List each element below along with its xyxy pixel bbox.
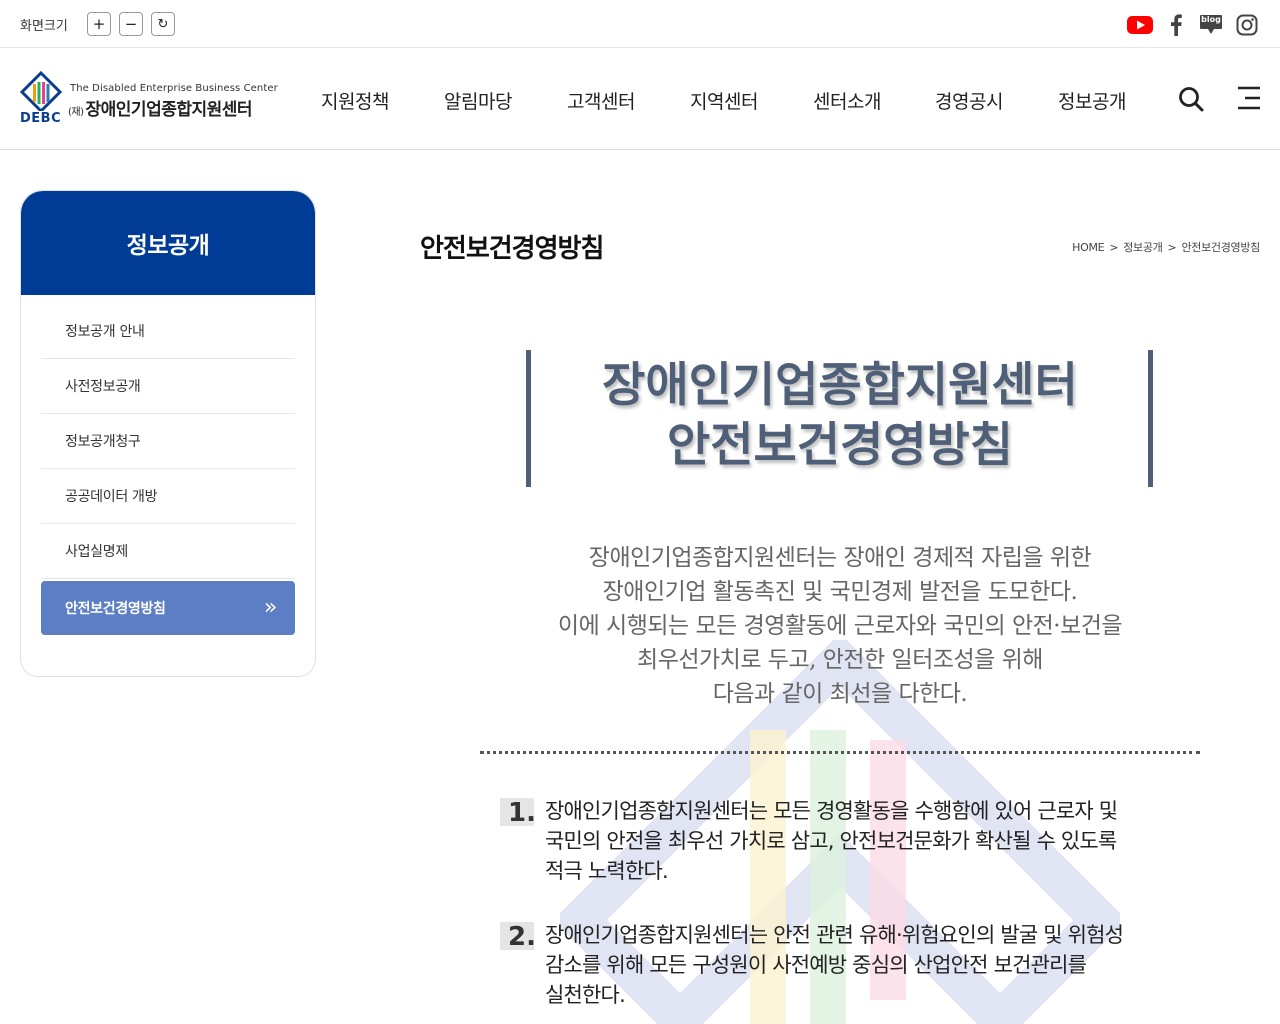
sidebar-item-label: 공공데이터 개방 [65,489,158,505]
intro-line: 장애인기업 활동촉진 및 국민경제 발전을 도모한다. [602,579,1078,605]
sidebar-item-project-real-name[interactable]: 사업실명제 [41,524,295,579]
site-logo[interactable]: The Disabled Enterprise Business Center … [20,71,290,131]
heading-left-bar [526,350,531,487]
policy-heading: 장애인기업종합지원센터 안전보건경영방침 [540,356,1140,476]
side-navigation: 정보공개 정보공개 안내 사전정보공개 정보공개청구 공공데이터 개방 사업실명… [20,190,316,677]
policy-item-line: 실천한다. [545,983,626,1007]
policy-item-line: 장애인기업종합지원센터는 안전 관련 유해·위험요인의 발굴 및 위험성 [545,923,1124,947]
sidebar-item-public-data[interactable]: 공공데이터 개방 [41,469,295,524]
facebook-icon[interactable] [1163,12,1189,38]
policy-heading-line1: 장애인기업종합지원센터 [602,358,1078,413]
sidebar-title: 정보공개 [21,191,315,295]
utility-bar: 화면크기 + − ↻ blog [0,0,1280,48]
sidebar-item-label: 안전보건경영방침 [65,601,166,617]
sidebar-item-safety-policy[interactable]: 안전보건경영방침 » [41,581,295,635]
zoom-out-button[interactable]: − [119,12,143,36]
breadcrumb: HOME > 정보공개 > 안전보건경영방침 [1072,239,1260,255]
gnb-item-notice[interactable]: 알림마당 [444,87,512,114]
heading-right-bar [1148,350,1153,487]
site-header: The Disabled Enterprise Business Center … [0,49,1280,150]
sidebar-menu: 정보공개 안내 사전정보공개 정보공개청구 공공데이터 개방 사업실명제 안전보… [21,295,315,635]
intro-line: 다음과 같이 최선을 다한다. [712,681,968,707]
breadcrumb-separator: > [1167,241,1177,254]
policy-item-number: 2. [500,922,536,952]
zoom-in-button[interactable]: + [87,12,111,36]
logo-korean-name: (재) 장애인기업종합지원센터 [68,95,253,120]
sidebar-item-label: 사전정보공개 [65,379,141,395]
gnb-item-support-policy[interactable]: 지원정책 [321,87,389,114]
gnb-item-regional-center[interactable]: 지역센터 [690,87,758,114]
gnb-item-disclosure[interactable]: 경영공시 [935,87,1003,114]
policy-intro: 장애인기업종합지원센터는 장애인 경제적 자립을 위한 장애인기업 활동촉진 및… [480,541,1200,711]
menu-icon[interactable] [1236,85,1264,113]
sidebar-item-disclosure-request[interactable]: 정보공개청구 [41,414,295,469]
gnb-item-customer-center[interactable]: 고객센터 [567,87,635,114]
blog-icon[interactable]: blog [1198,12,1224,38]
policy-item-line: 감소를 위해 모든 구성원이 사전예방 중심의 산업안전 보건관리를 [545,953,1087,977]
gnb-item-information[interactable]: 정보공개 [1058,87,1126,114]
sidebar-item-label: 정보공개청구 [65,434,141,450]
policy-item-text: 장애인기업종합지원센터는 안전 관련 유해·위험요인의 발굴 및 위험성 감소를… [545,920,1195,1010]
breadcrumb-separator: > [1109,241,1119,254]
policy-item-line: 장애인기업종합지원센터는 모든 경영활동을 수행함에 있어 근로자 및 [545,799,1118,823]
policy-item-line: 국민의 안전을 최우선 가치로 삼고, 안전보건문화가 확산될 수 있도록 [545,829,1117,853]
sidebar-item-label: 사업실명제 [65,544,128,560]
sidebar-item-label: 정보공개 안내 [65,324,145,340]
sidebar-item-disclosure-guide[interactable]: 정보공개 안내 [41,304,295,359]
breadcrumb-current[interactable]: 안전보건경영방침 [1181,241,1260,254]
youtube-icon[interactable] [1127,12,1153,38]
dotted-divider [480,751,1200,754]
policy-item-text: 장애인기업종합지원센터는 모든 경영활동을 수행함에 있어 근로자 및 국민의 … [545,796,1195,886]
breadcrumb-section[interactable]: 정보공개 [1123,241,1163,254]
search-icon[interactable] [1177,85,1205,113]
logo-mark-icon [20,71,62,111]
intro-line: 이에 시행되는 모든 경영활동에 근로자와 국민의 안전·보건을 [557,613,1123,639]
zoom-reset-button[interactable]: ↻ [151,12,175,36]
zoom-label: 화면크기 [20,19,68,34]
policy-heading-line2: 안전보건경영방침 [667,418,1013,473]
policy-item-number: 1. [500,798,536,828]
blog-label: blog [1201,15,1221,24]
logo-english-name: The Disabled Enterprise Business Center [70,83,278,94]
intro-line: 장애인기업종합지원센터는 장애인 경제적 자립을 위한 [588,545,1092,571]
page-title: 안전보건경영방침 [420,234,604,264]
policy-item-line: 적극 노력한다. [545,859,669,883]
instagram-icon[interactable] [1234,12,1260,38]
logo-korean-text: 장애인기업종합지원센터 [85,100,253,120]
gnb-item-about[interactable]: 센터소개 [813,87,881,114]
logo-prefix: (재) [68,107,84,118]
breadcrumb-home[interactable]: HOME [1072,241,1104,254]
intro-line: 최우선가치로 두고, 안전한 일터조성을 위해 [637,647,1043,673]
logo-abbreviation: DEBC [20,111,62,126]
sidebar-item-prior-disclosure[interactable]: 사전정보공개 [41,359,295,414]
double-chevron-right-icon: » [263,595,277,620]
